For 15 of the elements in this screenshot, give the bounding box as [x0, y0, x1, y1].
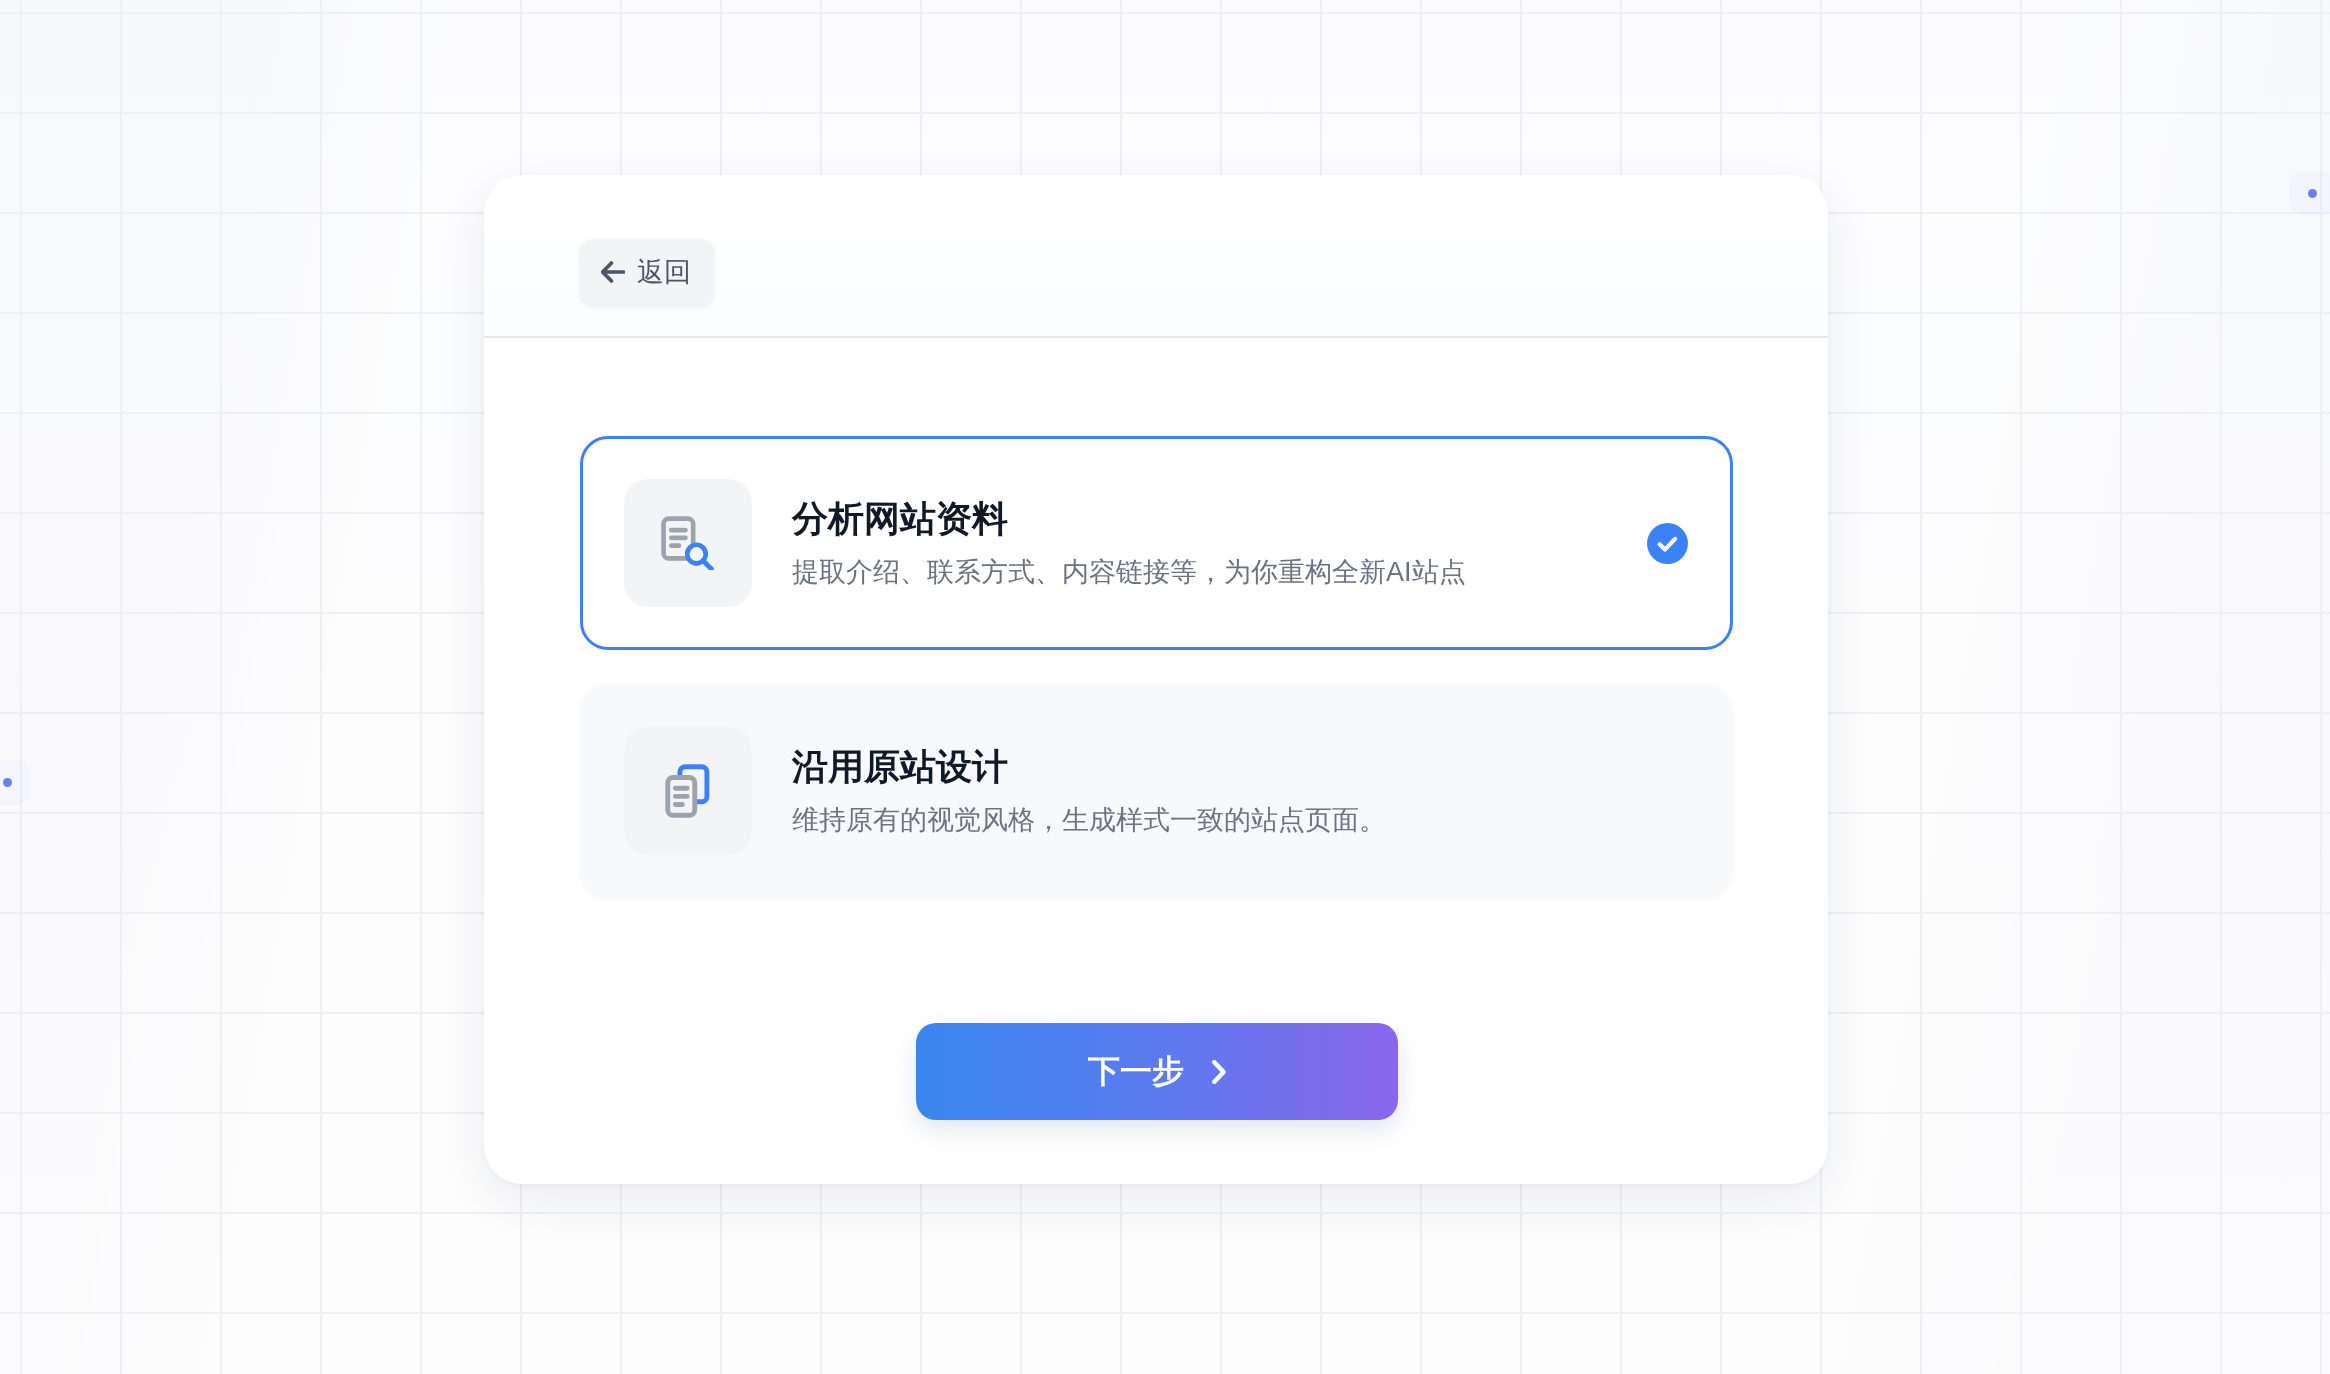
back-button[interactable]: 返回 — [580, 239, 714, 305]
documents-icon — [624, 727, 752, 855]
dot-icon — [3, 778, 12, 787]
next-button[interactable]: 下一步 — [915, 1023, 1398, 1120]
check-icon — [1647, 522, 1688, 564]
option-description: 提取介绍、联系方式、内容链接等，为你重构全新AI站点 — [792, 555, 1467, 589]
option-card[interactable]: 分析网站资料 提取介绍、联系方式、内容链接等，为你重构全新AI站点 — [580, 436, 1733, 650]
dot-icon — [2308, 189, 2317, 198]
option-card[interactable]: 沿用原站设计 维持原有的视觉风格，生成样式一致的站点页面。 — [580, 684, 1733, 898]
arrow-left-icon — [601, 260, 625, 284]
option-title: 分析网站资料 — [792, 497, 1009, 542]
document-search-icon — [624, 479, 752, 607]
option-title: 沿用原站设计 — [792, 745, 1009, 790]
option-description: 维持原有的视觉风格，生成样式一致的站点页面。 — [792, 803, 1387, 837]
chevron-right-icon — [1211, 1059, 1226, 1084]
